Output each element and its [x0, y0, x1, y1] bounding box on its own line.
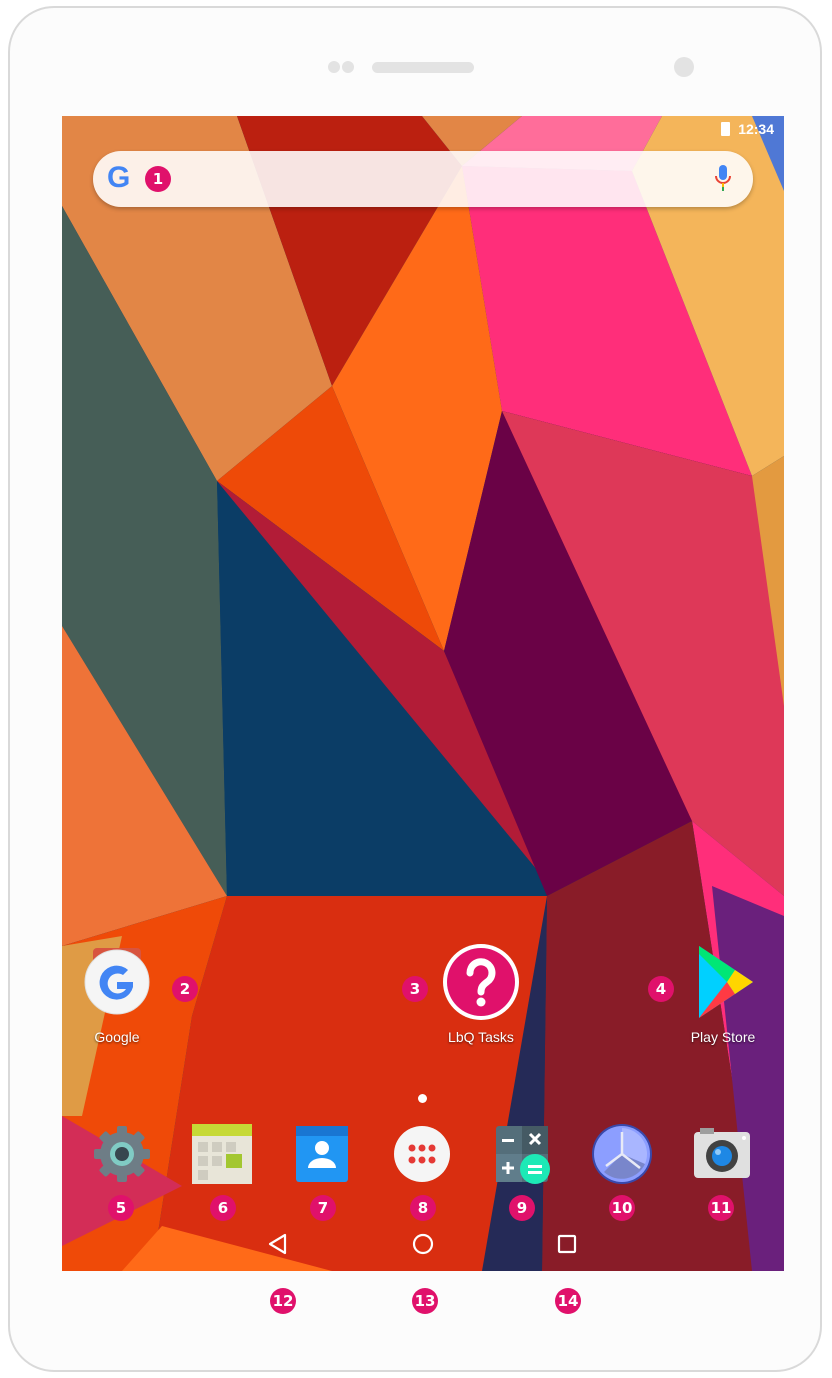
- contacts-icon[interactable]: [290, 1122, 354, 1186]
- recents-icon[interactable]: [553, 1230, 581, 1258]
- lbq-tasks-icon: [443, 944, 519, 1020]
- callout-5: 5: [108, 1195, 134, 1221]
- play-store-icon: [699, 946, 753, 1018]
- google-g-logo: G: [107, 161, 131, 194]
- battery-icon: [721, 122, 731, 136]
- calendar-icon[interactable]: [190, 1122, 254, 1186]
- callout-3: 3: [402, 976, 428, 1002]
- status-bar: 12:34: [721, 121, 774, 137]
- callout-4: 4: [648, 976, 674, 1002]
- page-indicator: [418, 1094, 427, 1103]
- app-label-play-store: Play Store: [690, 1029, 756, 1045]
- sensor-dots: [328, 61, 360, 73]
- callout-10: 10: [609, 1195, 635, 1221]
- back-icon[interactable]: [265, 1230, 293, 1258]
- camera-icon[interactable]: [690, 1122, 754, 1186]
- front-camera: [674, 57, 694, 77]
- callout-7: 7: [310, 1195, 336, 1221]
- callout-13: 13: [412, 1288, 438, 1314]
- callout-6: 6: [210, 1195, 236, 1221]
- callout-11: 11: [708, 1195, 734, 1221]
- callout-12: 12: [270, 1288, 296, 1314]
- mic-icon[interactable]: [715, 165, 731, 193]
- clock-time: 12:34: [738, 121, 774, 137]
- app-lbq-tasks[interactable]: LbQ Tasks: [426, 942, 536, 1045]
- callout-8: 8: [410, 1195, 436, 1221]
- settings-icon[interactable]: [90, 1122, 154, 1186]
- google-search-bar[interactable]: G: [93, 151, 753, 207]
- home-icon[interactable]: [409, 1230, 437, 1258]
- app-google[interactable]: Google: [62, 942, 172, 1045]
- app-play-store[interactable]: Play Store: [668, 942, 778, 1045]
- google-app-icon: [84, 948, 150, 1015]
- callout-9: 9: [509, 1195, 535, 1221]
- calculator-icon[interactable]: [490, 1122, 554, 1186]
- callout-2: 2: [172, 976, 198, 1002]
- home-screen: 12:34 G Google LbQ Tasks Play Store: [62, 116, 784, 1271]
- speaker-grille: [372, 62, 474, 73]
- callout-1: 1: [145, 166, 171, 192]
- app-drawer-icon[interactable]: [390, 1122, 454, 1186]
- app-label-lbq-tasks: LbQ Tasks: [448, 1029, 514, 1045]
- clock-icon[interactable]: [590, 1122, 654, 1186]
- app-label-google: Google: [94, 1029, 140, 1045]
- callout-14: 14: [555, 1288, 581, 1314]
